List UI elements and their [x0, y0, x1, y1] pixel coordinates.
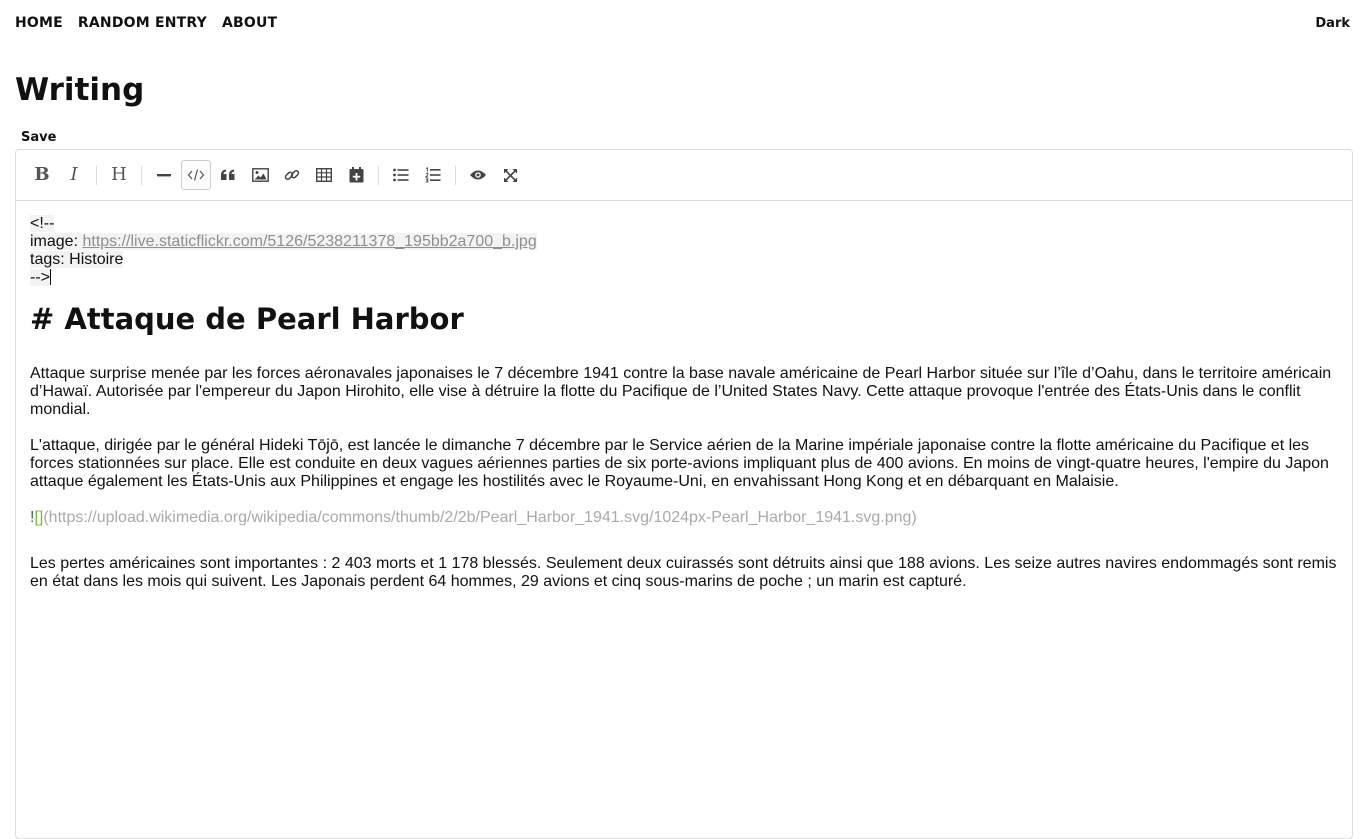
fullscreen-icon [503, 168, 517, 182]
front-matter-tags: tags: Histoire [30, 251, 124, 268]
quote-icon [221, 169, 235, 180]
nav-about-link[interactable]: ABOUT [222, 15, 277, 31]
nav-random-entry-link[interactable]: RANDOM ENTRY [78, 15, 207, 31]
insert-date-button[interactable] [341, 160, 371, 190]
link-icon [284, 170, 300, 180]
markdown-image-alt: [] [34, 509, 44, 526]
markdown-image-url: (https://upload.wikimedia.org/wikipedia/… [43, 509, 917, 526]
editor-text-area[interactable]: <!-- image: https://live.staticflickr.co… [16, 201, 1352, 591]
calendar-add-icon [349, 167, 363, 183]
editor-toolbar: B I H [16, 150, 1352, 201]
markdown-heading: # Attaque de Pearl Harbor [30, 302, 464, 336]
paragraph-1: Attaque surprise menée par les forces aé… [30, 365, 1332, 418]
code-icon [187, 169, 205, 181]
toolbar-separator [455, 165, 456, 185]
code-button[interactable] [181, 160, 211, 190]
italic-button[interactable]: I [59, 160, 89, 190]
front-matter-comment-open: <!-- [30, 215, 55, 232]
table-icon [316, 168, 332, 182]
text-cursor [50, 269, 51, 285]
dark-mode-toggle[interactable]: Dark [1315, 16, 1350, 31]
paragraph-3: Les pertes américaines sont importantes … [30, 555, 1337, 590]
quote-button[interactable] [213, 160, 243, 190]
image-icon [251, 168, 269, 182]
top-navigation: HOME RANDOM ENTRY ABOUT [15, 15, 277, 31]
image-button[interactable] [245, 160, 275, 190]
toolbar-separator [96, 165, 97, 185]
fullscreen-button[interactable] [495, 160, 525, 190]
unordered-list-button[interactable] [386, 160, 416, 190]
bold-button[interactable]: B [27, 160, 57, 190]
markdown-image-line: ![](https://upload.wikimedia.org/wikiped… [30, 509, 1338, 527]
ordered-list-icon [425, 167, 441, 183]
front-matter-image-url: https://live.staticflickr.com/5126/52382… [82, 233, 537, 250]
toolbar-separator [378, 165, 379, 185]
page-title: Writing [15, 72, 145, 108]
front-matter-image-key: image: [30, 233, 83, 250]
toolbar-separator [141, 165, 142, 185]
nav-home-link[interactable]: HOME [15, 15, 63, 31]
horizontal-rule-button[interactable] [149, 160, 179, 190]
heading-button[interactable]: H [104, 160, 134, 190]
save-button[interactable]: Save [21, 130, 56, 145]
horizontal-rule-icon [157, 174, 171, 177]
table-button[interactable] [309, 160, 339, 190]
bold-icon: B [34, 164, 50, 185]
italic-icon: I [70, 164, 78, 185]
paragraph-2: L'attaque, dirigée par le général Hideki… [30, 437, 1329, 490]
front-matter-comment-close: --> [30, 269, 50, 286]
preview-eye-icon [470, 170, 486, 180]
unordered-list-icon [393, 168, 409, 182]
link-button[interactable] [277, 160, 307, 190]
heading-icon: H [111, 164, 127, 185]
preview-button[interactable] [463, 160, 493, 190]
markdown-editor: B I H <!-- image: https://live.staticfli… [15, 149, 1353, 839]
ordered-list-button[interactable] [418, 160, 448, 190]
